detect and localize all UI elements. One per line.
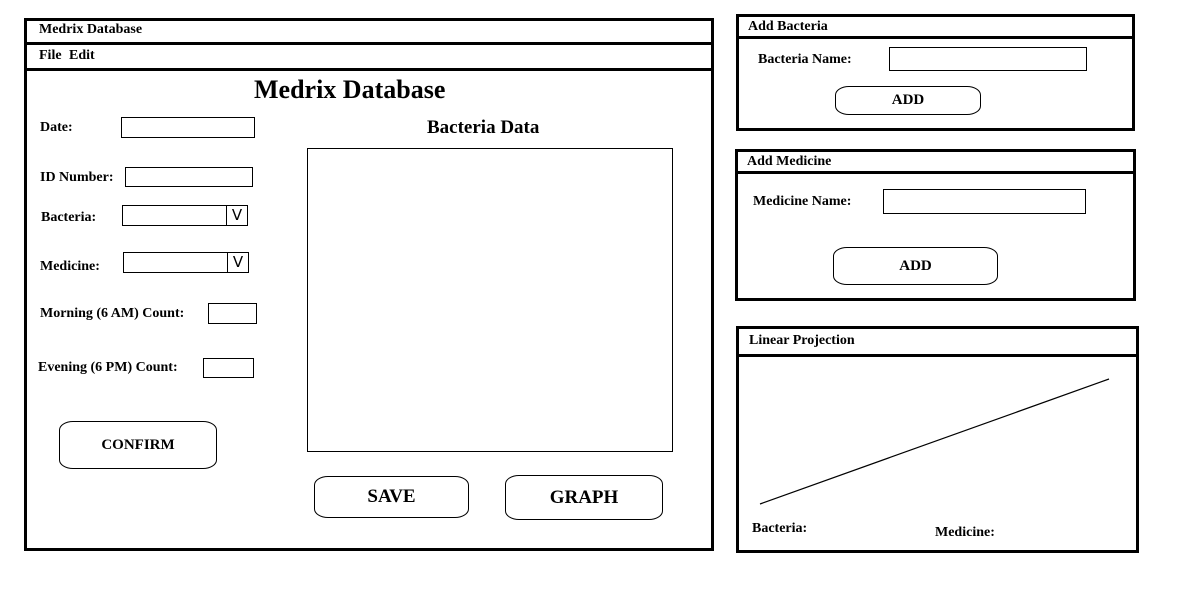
medicine-dropdown[interactable]: V <box>123 252 249 273</box>
projection-bacteria-label: Bacteria: <box>752 521 808 536</box>
linear-projection-title-bar: Linear Projection <box>739 329 1136 357</box>
menu-edit[interactable]: Edit <box>69 48 95 63</box>
medicine-name-label: Medicine Name: <box>753 194 852 209</box>
graph-button[interactable]: GRAPH <box>505 475 663 520</box>
projection-line-graph <box>759 378 1110 505</box>
add-bacteria-button[interactable]: ADD <box>835 86 981 115</box>
bacteria-name-label: Bacteria Name: <box>758 52 852 67</box>
date-label: Date: <box>40 120 73 135</box>
add-bacteria-title: Add Bacteria <box>748 19 828 34</box>
bacteria-dropdown[interactable]: V <box>122 205 248 226</box>
bacteria-data-title: Bacteria Data <box>427 117 540 138</box>
morning-count-label: Morning (6 AM) Count: <box>40 306 185 321</box>
date-field[interactable] <box>121 117 255 138</box>
menu-bar: File Edit <box>27 45 711 71</box>
evening-count-label: Evening (6 PM) Count: <box>38 360 178 375</box>
morning-count-field[interactable] <box>208 303 257 324</box>
add-medicine-title: Add Medicine <box>747 154 832 169</box>
bacteria-name-field[interactable] <box>889 47 1087 71</box>
medicine-name-field[interactable] <box>883 189 1086 214</box>
medicine-label: Medicine: <box>40 259 100 274</box>
linear-projection-title: Linear Projection <box>749 333 855 348</box>
add-bacteria-title-bar: Add Bacteria <box>739 17 1132 39</box>
projection-line <box>759 378 1110 505</box>
main-window-title-bar: Medrix Database <box>27 21 711 45</box>
menu-file[interactable]: File <box>39 48 62 63</box>
chevron-down-icon[interactable]: V <box>226 206 247 225</box>
confirm-button[interactable]: CONFIRM <box>59 421 217 469</box>
add-medicine-title-bar: Add Medicine <box>738 152 1133 174</box>
chevron-down-icon[interactable]: V <box>227 253 248 272</box>
projection-medicine-label: Medicine: <box>935 525 995 540</box>
main-window-title: Medrix Database <box>39 22 143 37</box>
bacteria-data-area[interactable] <box>307 148 673 452</box>
evening-count-field[interactable] <box>203 358 254 378</box>
id-number-label: ID Number: <box>40 170 114 185</box>
add-medicine-button[interactable]: ADD <box>833 247 998 285</box>
page-heading: Medrix Database <box>254 75 446 104</box>
save-button[interactable]: SAVE <box>314 476 469 518</box>
bacteria-label: Bacteria: <box>41 210 97 225</box>
id-number-field[interactable] <box>125 167 253 187</box>
